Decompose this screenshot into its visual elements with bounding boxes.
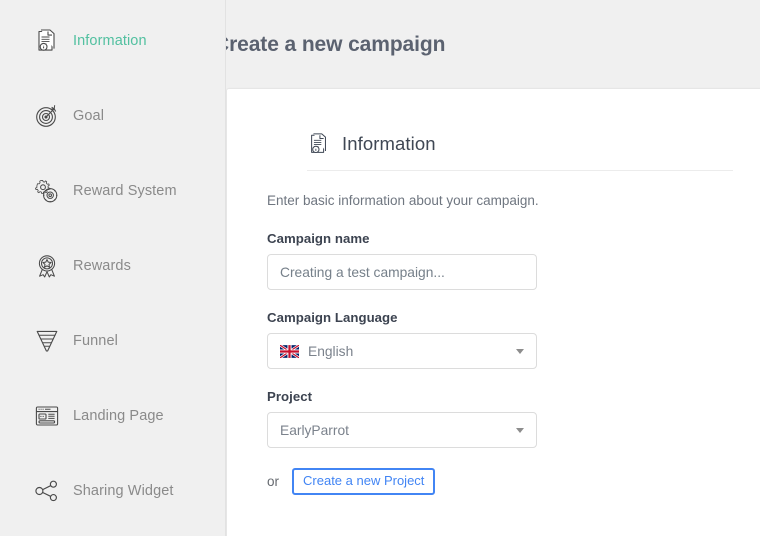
document-info-icon bbox=[34, 28, 60, 54]
campaign-name-label: Campaign name bbox=[267, 231, 370, 246]
sidebar-item-label: Information bbox=[73, 33, 147, 49]
information-card: Information Enter basic information abou… bbox=[226, 88, 760, 536]
chevron-down-icon[interactable] bbox=[516, 427, 524, 433]
sidebar-item-sharing-widget[interactable]: Sharing Widget bbox=[0, 472, 225, 510]
campaign-language-select[interactable]: English bbox=[267, 333, 537, 369]
create-project-row: or Create a new Project bbox=[267, 468, 733, 495]
project-label: Project bbox=[267, 389, 313, 404]
sidebar-item-landing-page[interactable]: Landing Page bbox=[0, 397, 225, 435]
sidebar-item-rewards[interactable]: Rewards bbox=[0, 247, 225, 285]
chevron-down-icon[interactable] bbox=[516, 348, 524, 354]
create-new-project-button[interactable]: Create a new Project bbox=[292, 468, 436, 495]
campaign-language-value: English bbox=[308, 343, 354, 359]
campaign-wizard-page: Information Goal Reward System Rewards F… bbox=[0, 0, 760, 536]
target-icon bbox=[34, 103, 60, 129]
sidebar-item-label: Goal bbox=[73, 108, 105, 124]
sidebar-item-goal[interactable]: Goal bbox=[0, 97, 225, 135]
uk-flag-icon bbox=[279, 343, 300, 359]
sidebar-item-reward-system[interactable]: Reward System bbox=[0, 172, 225, 210]
sidebar-item-funnel[interactable]: Funnel bbox=[0, 322, 225, 360]
wizard-step-sidebar: Information Goal Reward System Rewards F… bbox=[0, 0, 226, 536]
funnel-icon bbox=[34, 328, 60, 354]
page-title: Create a new campaign bbox=[226, 33, 446, 56]
project-select[interactable]: EarlyParrot bbox=[267, 412, 537, 448]
or-label: or bbox=[267, 474, 280, 489]
campaign-name-input[interactable] bbox=[280, 264, 524, 280]
sidebar-item-label: Landing Page bbox=[73, 408, 164, 424]
document-info-icon bbox=[307, 131, 331, 157]
campaign-language-label: Campaign Language bbox=[267, 310, 398, 325]
card-header: Information bbox=[307, 110, 733, 171]
project-value: EarlyParrot bbox=[280, 422, 350, 438]
main-content: Create a new campaign Information Enter … bbox=[226, 0, 760, 536]
card-intro-text: Enter basic information about your campa… bbox=[267, 193, 539, 208]
sidebar-item-label: Reward System bbox=[73, 183, 177, 199]
sidebar-item-label: Sharing Widget bbox=[73, 483, 174, 499]
share-nodes-icon bbox=[34, 478, 60, 504]
sidebar-item-label: Rewards bbox=[73, 258, 131, 274]
card-body: Enter basic information about your campa… bbox=[227, 171, 760, 495]
medal-icon bbox=[34, 253, 60, 279]
sidebar-item-information[interactable]: Information bbox=[0, 22, 225, 60]
card-title: Information bbox=[342, 133, 436, 154]
gears-icon bbox=[34, 178, 60, 204]
sidebar-item-label: Funnel bbox=[73, 333, 118, 349]
campaign-name-field[interactable] bbox=[267, 254, 537, 290]
browser-window-icon bbox=[34, 403, 60, 429]
